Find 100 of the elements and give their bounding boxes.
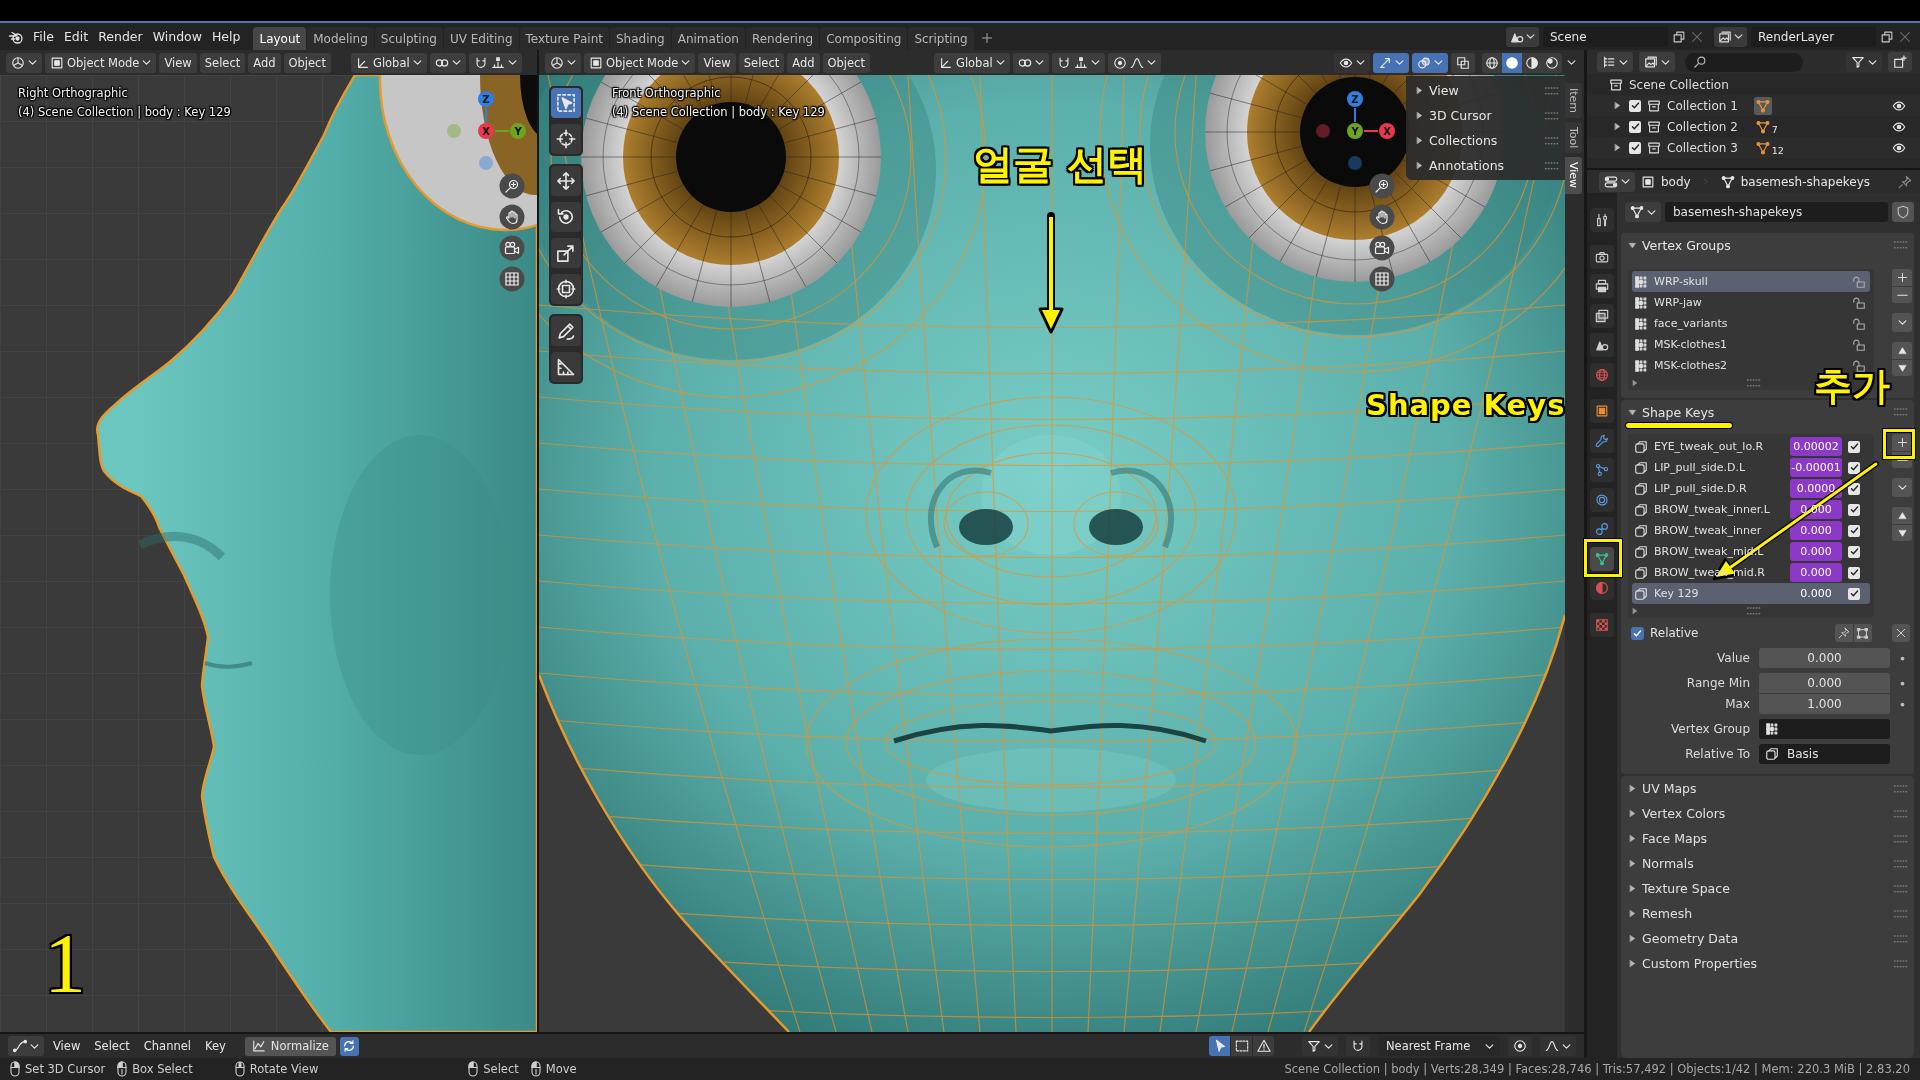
resize-grip-icon[interactable] [1747,379,1761,387]
menu-button[interactable]: Channel [138,1036,196,1056]
orientation-dropdown[interactable]: Global [933,52,1010,73]
outliner-row[interactable]: Scene Collection [1587,74,1920,95]
axis-dot[interactable] [1348,156,1362,170]
shading-mode-button[interactable] [1482,52,1502,73]
menu-item[interactable]: Render [93,26,148,47]
add-button[interactable] [1892,434,1912,451]
workspace-tab[interactable]: UV Editing [443,27,519,50]
grip-icon[interactable] [1894,909,1908,918]
checkbox[interactable] [1848,566,1860,579]
collapsed-triangle-icon[interactable] [1614,144,1621,151]
edit-mode-button[interactable] [1854,624,1872,642]
dot-icon[interactable] [1900,655,1905,661]
shading-mode-button[interactable] [1542,52,1562,73]
panel-header[interactable]: Annotations [1406,153,1565,178]
add-icon[interactable] [980,32,993,44]
clear-button[interactable] [1892,624,1910,642]
menu-button[interactable]: Key [200,1036,231,1056]
mode-dropdown[interactable]: Object Mode [45,52,157,73]
checkbox[interactable] [1848,440,1860,453]
workspace-tab[interactable]: Texture Paint [519,27,609,50]
value-field[interactable]: 0.00002 [1790,437,1842,456]
eye-icon[interactable] [1892,119,1906,134]
viewport-toggle[interactable] [1451,52,1475,73]
menu-button[interactable]: View [698,52,736,73]
properties-tab[interactable] [1590,244,1614,269]
grip-icon[interactable] [1894,959,1908,968]
properties-tab[interactable] [1590,274,1614,298]
value-field[interactable]: 0.000 [1790,584,1842,603]
tool-button[interactable] [551,124,581,154]
list-item[interactable]: MSK-clothes1 [1632,334,1870,355]
grip-icon[interactable] [1894,408,1908,416]
menu-item[interactable]: Edit [58,26,94,47]
panel-header[interactable]: 3D Cursor [1406,103,1565,128]
specials-dropdown[interactable] [1892,313,1912,332]
checkbox[interactable] [1848,461,1860,474]
editor-type-button[interactable] [1597,52,1633,72]
outliner-row[interactable]: Collection 1 [1587,95,1920,116]
zoom-icon[interactable] [499,173,525,199]
pin-button[interactable] [1835,624,1853,642]
panel-header[interactable]: Texture Space [1621,876,1914,901]
grip-icon[interactable] [1894,934,1908,943]
checkbox[interactable] [1848,545,1860,558]
grid-icon[interactable] [499,266,525,292]
grip-icon[interactable] [1894,834,1908,843]
collapsed-triangle-icon[interactable] [1614,102,1621,109]
menu-button[interactable]: Select [89,1036,135,1056]
mesh-browse-button[interactable] [1625,202,1661,222]
refresh-toggle[interactable] [339,1036,359,1056]
properties-tab[interactable] [1590,399,1614,423]
outliner-row[interactable]: Collection 2 7 [1587,116,1920,137]
grip-icon[interactable] [1545,136,1559,145]
specials-dropdown[interactable] [1892,478,1912,497]
menu-item[interactable]: File [28,26,59,47]
list-item[interactable]: BROW_tweak_inner 0.000 [1632,520,1870,541]
sidebar-tab[interactable]: Item [1565,83,1582,119]
panel-header[interactable]: UV Maps [1621,776,1914,801]
move-up-button[interactable] [1892,342,1912,359]
properties-tab[interactable] [1590,517,1614,541]
scene-name-field[interactable]: Scene [1543,26,1668,47]
tool-button[interactable] [551,166,581,196]
menu-button[interactable]: View [159,52,197,73]
properties-tab[interactable] [1590,303,1614,328]
grip-icon[interactable] [1545,161,1559,170]
workspace-tab[interactable]: Layout [253,27,307,50]
checkbox[interactable] [1631,626,1644,640]
viewport-toggle[interactable] [1373,52,1409,73]
panel-header[interactable]: Vertex Colors [1621,801,1914,826]
panel-header[interactable]: Normals [1621,851,1914,876]
properties-tab[interactable] [1590,333,1614,357]
value-field[interactable]: -0.00001 [1790,458,1842,477]
list-item[interactable]: WRP-jaw [1632,292,1870,313]
workspace-tab[interactable]: Shading [609,27,671,50]
checkbox[interactable] [1629,120,1641,133]
grip-icon[interactable] [1545,111,1559,120]
dot-icon[interactable] [1900,680,1905,686]
grip-icon[interactable] [1545,86,1559,95]
panel-header[interactable]: Collections [1406,128,1565,153]
snap-button[interactable] [468,52,522,73]
checkbox[interactable] [1848,587,1860,600]
hand-icon[interactable] [1369,204,1395,230]
pin-icon[interactable] [1898,174,1912,189]
movie-camera-icon[interactable] [1369,235,1395,261]
properties-tab[interactable] [1590,546,1614,571]
open-padlock-icon[interactable] [1852,337,1866,352]
move-down-button[interactable] [1892,524,1912,541]
movie-camera-icon[interactable] [499,235,525,261]
duplicate-icon[interactable] [1672,29,1686,44]
editor-type-button[interactable] [1599,171,1635,192]
snap-mode-dropdown[interactable]: Nearest Frame [1378,1036,1500,1056]
falloff-dropdown[interactable] [1540,1036,1576,1056]
list-item[interactable]: face_variants [1632,313,1870,334]
checkbox[interactable] [1629,99,1641,112]
proportional-edit-button[interactable] [1508,1036,1532,1056]
display-mode-button[interactable] [1639,52,1675,72]
grip-icon[interactable] [1894,809,1908,818]
shading-mode-button[interactable] [1502,52,1522,73]
scene-browse-button[interactable] [1506,26,1539,47]
filter-toggle[interactable] [1209,1036,1230,1056]
